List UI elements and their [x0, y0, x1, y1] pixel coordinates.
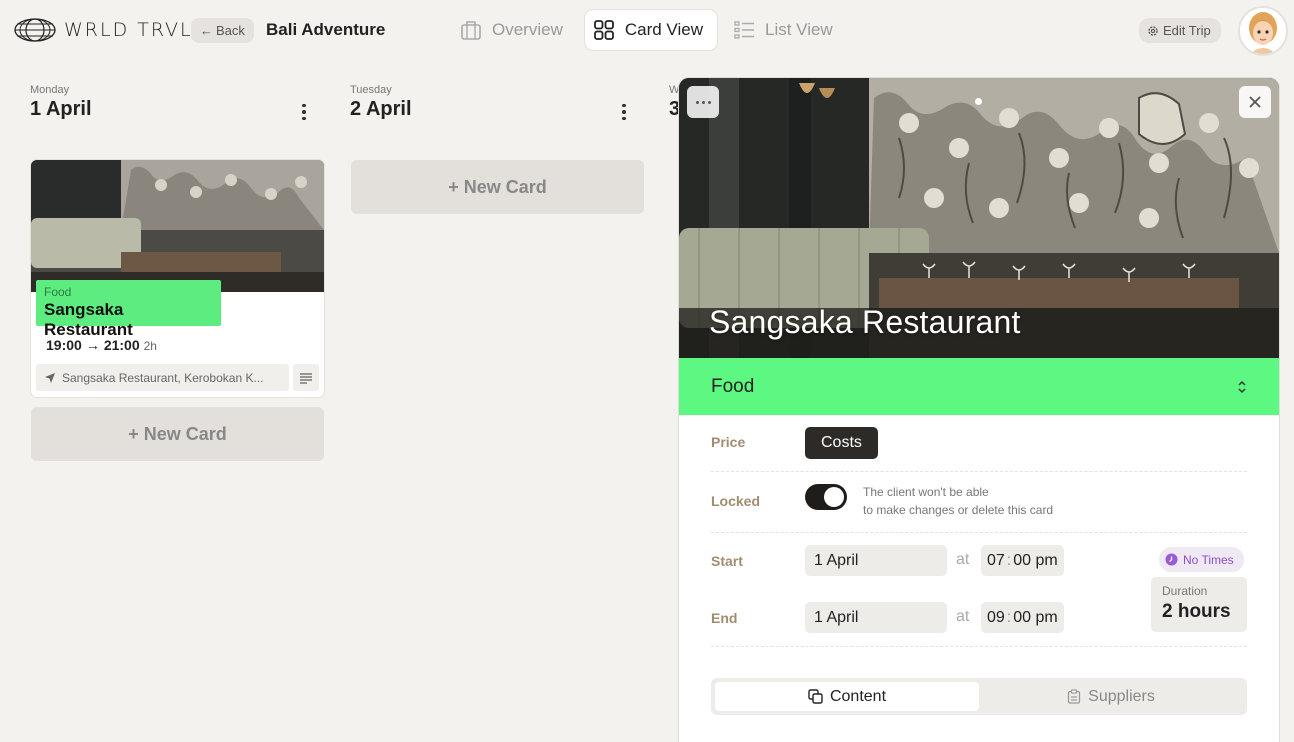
tab-suppliers-label: Suppliers: [1088, 687, 1155, 705]
price-label: Price: [711, 434, 746, 450]
day-column-wednesday: W 3: [669, 84, 679, 121]
gear-icon: [1148, 25, 1158, 36]
tab-list-view-label: List View: [764, 20, 833, 39]
duration-box: Duration 2 hours: [1151, 577, 1247, 632]
tab-content[interactable]: Content: [715, 682, 979, 711]
time-colon: :: [1006, 608, 1012, 626]
new-card-button[interactable]: + New Card: [351, 160, 644, 214]
detail-title: Sangsaka Restaurant: [709, 304, 1021, 340]
carousel-dot[interactable]: [975, 98, 982, 105]
more-vertical-icon[interactable]: [614, 102, 634, 122]
card-location[interactable]: Sangsaka Restaurant, Kerobokan K...: [36, 364, 289, 391]
locked-note-line-1: The client won't be able: [863, 485, 989, 499]
tab-content-label: Content: [829, 687, 887, 705]
globe-icon: [14, 18, 56, 42]
day-label: W: [669, 84, 679, 96]
tab-card-view[interactable]: Card View: [584, 10, 717, 50]
clipboard-icon: [1067, 689, 1081, 704]
content-tabs: Content Suppliers: [711, 678, 1247, 715]
tab-list-view[interactable]: List View: [725, 10, 847, 50]
restaurant-image: [31, 160, 324, 292]
arrow-right-icon: →: [85, 337, 100, 353]
locked-note-line-2: to make changes or delete this card: [863, 503, 1054, 517]
tab-card-view-label: Card View: [624, 20, 703, 39]
card-end-time: 21:00: [103, 337, 140, 353]
list-icon: [734, 21, 754, 39]
chevron-up-down-icon: [1238, 380, 1246, 393]
duration-label: Duration: [1162, 584, 1208, 598]
close-icon: [1249, 96, 1261, 108]
arrow-left-icon: ←: [200, 23, 213, 38]
text-lines-icon: [300, 372, 312, 384]
category-tag: Food Sangsaka Restaurant: [36, 280, 221, 339]
trip-title: Bali Adventure: [266, 20, 386, 39]
end-hour[interactable]: 09: [987, 609, 1005, 627]
new-card-button[interactable]: + New Card: [31, 407, 324, 461]
day-date: 2 April: [350, 98, 412, 120]
logo-text: WRLD TRVL: [64, 19, 193, 41]
card-location-text: Sangsaka Restaurant, Kerobokan K...: [62, 370, 264, 385]
locked-row: Locked The client won't be able to make …: [711, 472, 1247, 533]
start-hour[interactable]: 07: [987, 552, 1005, 570]
navigation-arrow-icon: [45, 372, 55, 383]
duration-value: 2 hours: [1162, 601, 1231, 622]
user-avatar-icon: [1240, 8, 1286, 54]
close-button[interactable]: [1239, 86, 1271, 118]
locked-toggle[interactable]: [805, 484, 847, 510]
category-value: Food: [711, 375, 755, 397]
at-label: at: [956, 551, 970, 568]
end-minute[interactable]: 00 pm: [1013, 609, 1057, 627]
day-column-monday: Monday 1 April: [30, 84, 324, 121]
end-time-field[interactable]: 09 : 00 pm: [981, 602, 1064, 633]
day-label: Monday: [30, 84, 70, 96]
category-select[interactable]: Food: [679, 358, 1279, 415]
day-label: Tuesday: [350, 84, 392, 96]
locked-label: Locked: [711, 493, 761, 509]
locked-note: The client won't be able to make changes…: [863, 483, 1053, 519]
start-time-field[interactable]: 07 : 00 pm: [981, 545, 1064, 576]
more-horizontal-icon[interactable]: [687, 86, 719, 118]
tab-overview[interactable]: Overview: [452, 10, 577, 50]
trip-card[interactable]: Food Sangsaka Restaurant 19:00 → 21:00 2…: [31, 160, 324, 397]
start-minute[interactable]: 00 pm: [1013, 552, 1057, 570]
avatar[interactable]: [1238, 6, 1288, 56]
start-label: Start: [711, 553, 743, 569]
edit-trip-button[interactable]: Edit Trip: [1139, 18, 1221, 43]
suitcase-icon: [461, 21, 481, 40]
notes-button[interactable]: [293, 364, 319, 391]
price-row: Price Costs: [711, 427, 1247, 472]
more-vertical-icon[interactable]: [294, 102, 314, 122]
card-detail-panel: Sangsaka Restaurant Food Price Costs Loc…: [679, 78, 1279, 742]
card-title: Sangsaka Restaurant: [44, 300, 133, 339]
day-date: 3: [669, 98, 679, 120]
tab-overview-label: Overview: [492, 20, 563, 39]
edit-trip-label: Edit Trip: [1163, 23, 1211, 38]
time-colon: :: [1006, 551, 1012, 569]
content-icon: [808, 689, 823, 704]
at-label: at: [956, 608, 970, 625]
grid-icon: [593, 20, 614, 40]
end-date-field[interactable]: 1 April: [805, 602, 947, 633]
start-date-field[interactable]: 1 April: [805, 545, 947, 576]
back-label: Back: [216, 23, 245, 38]
costs-button[interactable]: Costs: [805, 427, 878, 459]
no-times-label: No Times: [1183, 552, 1234, 567]
logo[interactable]: WRLD TRVL: [14, 18, 193, 42]
day-date: 1 April: [30, 98, 92, 120]
clock-minus-icon: [1165, 553, 1178, 566]
end-label: End: [711, 610, 738, 626]
day-column-tuesday: Tuesday 2 April: [350, 84, 644, 121]
tab-suppliers[interactable]: Suppliers: [979, 682, 1243, 711]
top-bar: WRLD TRVL ← Back Bali Adventure Overview…: [0, 0, 1294, 62]
card-time: 19:00 → 21:00 2h: [46, 337, 157, 353]
back-button[interactable]: ← Back: [191, 18, 254, 43]
card-duration: 2h: [143, 339, 157, 353]
card-start-time: 19:00: [46, 337, 82, 353]
view-tabs: Overview Card View List View: [452, 10, 847, 50]
card-category: Food: [44, 285, 72, 299]
no-times-button[interactable]: No Times: [1159, 547, 1244, 572]
